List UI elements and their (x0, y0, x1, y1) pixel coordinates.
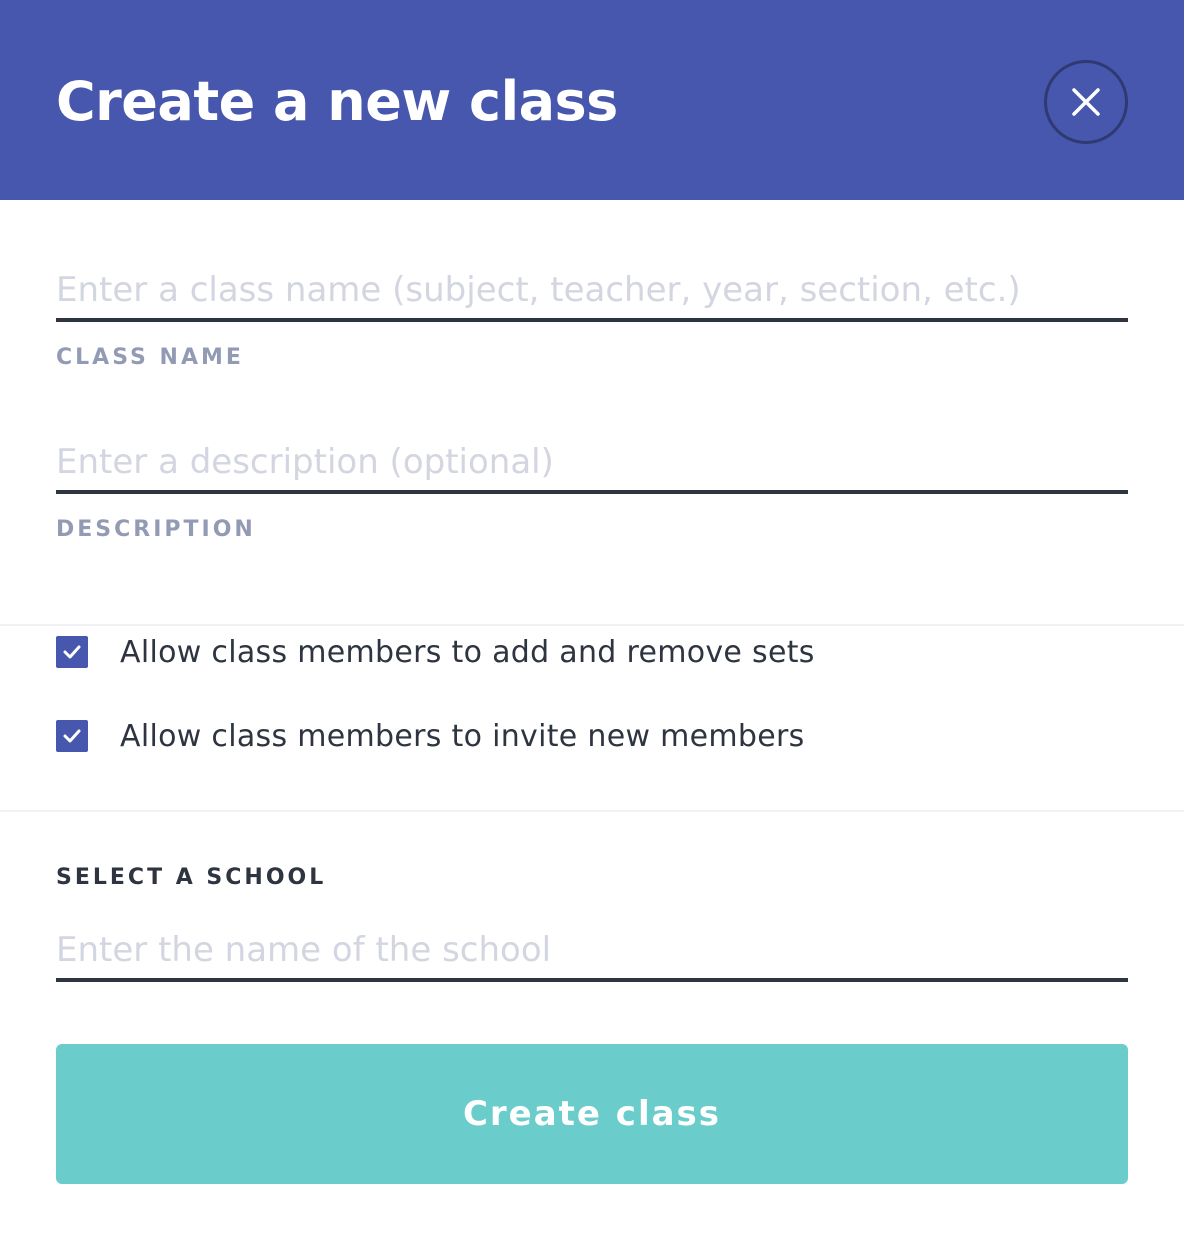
section-divider (0, 624, 1184, 626)
invite-members-label: Allow class members to invite new member… (120, 718, 805, 754)
close-icon (1072, 88, 1100, 116)
modal-header: Create a new class (0, 0, 1184, 200)
class-name-field: CLASS NAME (56, 262, 1128, 372)
description-input[interactable] (56, 434, 1128, 494)
school-name-input[interactable] (56, 922, 1128, 982)
option-invite-members[interactable]: Allow class members to invite new member… (56, 716, 805, 756)
select-school-heading: SELECT A SCHOOL (56, 865, 327, 890)
modal-title: Create a new class (56, 70, 618, 133)
description-label: DESCRIPTION (56, 517, 256, 542)
school-field (56, 922, 1128, 982)
checkmark-icon (63, 645, 81, 659)
option-add-remove-sets[interactable]: Allow class members to add and remove se… (56, 632, 815, 672)
add-remove-sets-label: Allow class members to add and remove se… (120, 634, 815, 670)
invite-members-checkbox[interactable] (56, 720, 88, 752)
class-name-label: CLASS NAME (56, 345, 244, 370)
checkmark-icon (63, 729, 81, 743)
create-class-modal: Create a new class CLASS NAME DESCRIPTIO… (0, 0, 1184, 1242)
class-name-input[interactable] (56, 262, 1128, 322)
create-class-button[interactable]: Create class (56, 1044, 1128, 1184)
description-field: DESCRIPTION (56, 434, 1128, 544)
close-button[interactable] (1044, 60, 1128, 144)
section-divider (0, 810, 1184, 812)
add-remove-sets-checkbox[interactable] (56, 636, 88, 668)
